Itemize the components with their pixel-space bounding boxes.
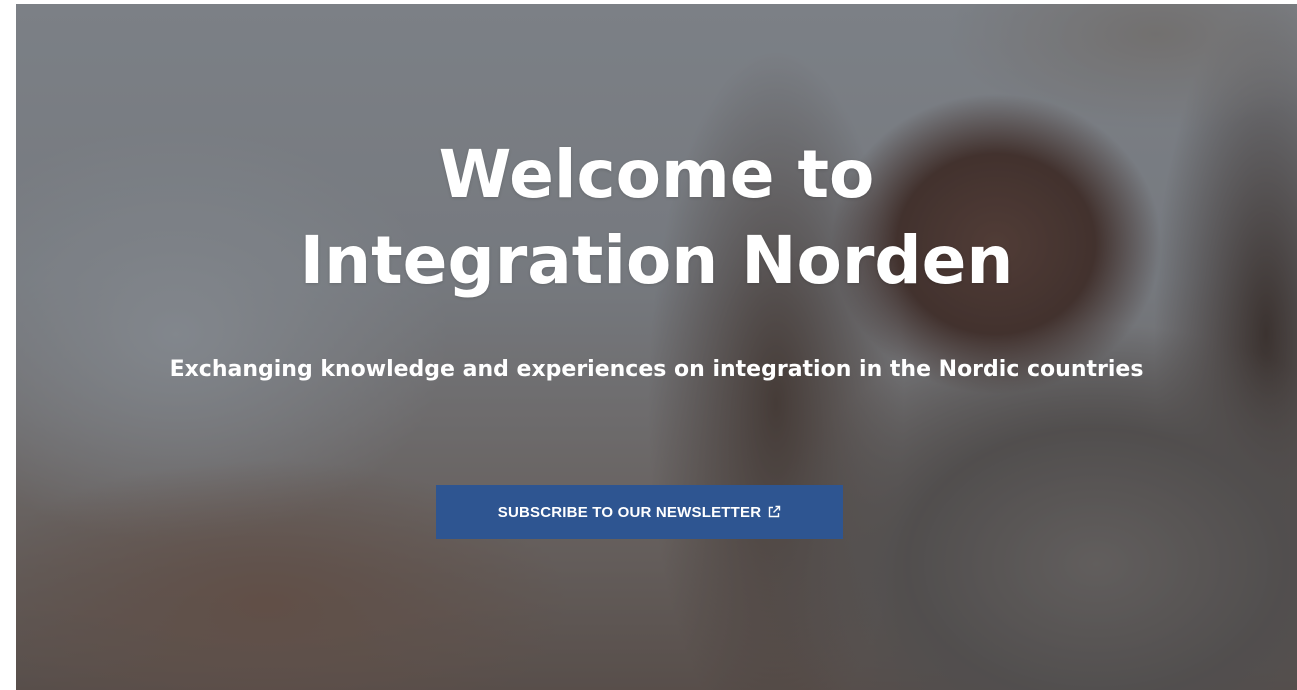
subscribe-newsletter-button[interactable]: SUBSCRIBE TO OUR NEWSLETTER <box>436 485 843 539</box>
hero-subtitle: Exchanging knowledge and experiences on … <box>169 357 1144 382</box>
hero-title: Welcome to Integration Norden <box>16 132 1297 304</box>
subscribe-button-label: SUBSCRIBE TO OUR NEWSLETTER <box>497 503 762 521</box>
external-link-icon <box>769 505 781 518</box>
hero-title-line-2: Integration Norden <box>299 222 1014 299</box>
hero-content: Welcome to Integration Norden Exchanging… <box>16 4 1297 690</box>
hero-banner: Welcome to Integration Norden Exchanging… <box>16 4 1297 690</box>
hero-title-line-1: Welcome to <box>438 136 875 213</box>
